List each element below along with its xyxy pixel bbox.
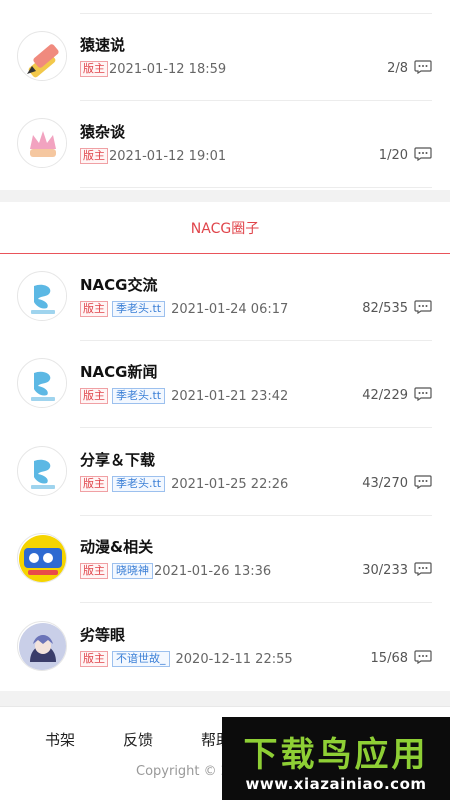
list-item[interactable]: 分享＆下载版主 季老头.tt 2021-01-25 22:26 43/270 [0, 429, 450, 516]
forum-meta: 版主 季老头.tt 2021-01-25 22:26 [80, 476, 288, 492]
comment-icon [414, 147, 432, 161]
anime-badge-icon [17, 533, 67, 583]
forum-title: 猿速说 [80, 36, 126, 54]
watermark-title: 下载鸟应用 [243, 735, 429, 775]
forum-title: NACG新闻 [80, 363, 158, 381]
list-item[interactable]: 动漫&相关版主 晓晓神 2021-01-26 13:36 30/233 [0, 516, 450, 603]
post-count: 82/535 [362, 301, 408, 316]
post-count: 1/20 [378, 148, 408, 163]
pencil-icon [17, 31, 67, 81]
moderator-name[interactable]: 季老头.tt [112, 301, 166, 317]
forum-meta: 版主 不谙世故_ 2020-12-11 22:55 [80, 651, 293, 667]
nacg-logo-icon [17, 358, 67, 408]
nacg-logo-icon [17, 271, 67, 321]
forum-title: 动漫&相关 [80, 538, 154, 556]
post-count: 2/8 [387, 61, 408, 76]
forum-meta: 版主 2021-01-12 19:01 [80, 148, 226, 164]
list-item[interactable]: 猿杂谈 版主 2021-01-12 19:01 1/20 [0, 101, 450, 188]
moderator-name[interactable]: 晓晓神 [112, 563, 153, 579]
last-post-time: 2021-01-12 18:59 [109, 61, 227, 77]
anime-girl-icon [17, 621, 67, 671]
list-item[interactable]: NACG交流 版主 季老头.tt 2021-01-24 06:17 82/535 [0, 254, 450, 341]
list-item[interactable]: NACG新闻 版主 季老头.tt 2021-01-21 23:42 42/229 [0, 341, 450, 428]
divider [80, 602, 432, 603]
comment-icon [414, 650, 432, 664]
comment-icon [414, 387, 432, 401]
section-title: NACG圈子 [190, 221, 260, 237]
footer-link-bookshelf[interactable]: 书架 [45, 729, 75, 750]
list-item[interactable]: 劣等眼版主 不谙世故_ 2020-12-11 22:55 15/68 [0, 604, 450, 691]
nacg-forum-list: NACG交流 版主 季老头.tt 2021-01-24 06:17 82/535 NAC… [0, 254, 450, 691]
last-post-time: 2021-01-25 22:26 [171, 476, 289, 492]
divider [80, 13, 432, 14]
forum-title: NACG交流 [80, 276, 158, 294]
post-count: 43/270 [362, 476, 408, 491]
last-post-time: 2021-01-21 23:42 [171, 388, 289, 404]
nacg-logo-icon [17, 446, 67, 496]
divider [80, 187, 432, 188]
comment-icon [414, 475, 432, 489]
moderator-badge: 版主 [80, 61, 108, 77]
forum-meta: 版主 季老头.tt 2021-01-24 06:17 [80, 301, 288, 317]
watermark-banner: 下载鸟应用 www.xiazainiao.com [222, 717, 450, 800]
footer-link-feedback[interactable]: 反馈 [123, 729, 153, 750]
last-post-time: 2021-01-26 13:36 [154, 563, 272, 579]
top-forum-list: 猿速说 版主 2021-01-12 18:59 2/8 猿杂谈 版主 2021-… [0, 0, 450, 190]
comment-icon [414, 300, 432, 314]
forum-meta: 版主 季老头.tt 2021-01-21 23:42 [80, 388, 288, 404]
forum-meta: 版主 晓晓神 2021-01-26 13:36 [80, 563, 271, 579]
comment-icon [414, 562, 432, 576]
forum-title: 分享＆下载 [80, 451, 156, 469]
last-post-time: 2020-12-11 22:55 [175, 651, 293, 667]
moderator-badge: 版主 [80, 388, 108, 404]
section-header: NACG圈子 [0, 202, 450, 254]
moderator-badge: 版主 [80, 476, 108, 492]
moderator-badge: 版主 [80, 563, 108, 579]
list-item[interactable]: 猿速说 版主 2021-01-12 18:59 2/8 [0, 13, 450, 101]
moderator-name[interactable]: 季老头.tt [112, 476, 166, 492]
comment-icon [414, 60, 432, 74]
forum-title: 劣等眼 [80, 626, 126, 644]
post-count: 42/229 [362, 388, 408, 403]
last-post-time: 2021-01-24 06:17 [171, 301, 289, 317]
forum-title: 猿杂谈 [80, 123, 126, 141]
forum-meta: 版主 2021-01-12 18:59 [80, 61, 226, 77]
watermark-url: www.xiazainiao.com [245, 775, 427, 793]
moderator-badge: 版主 [80, 148, 108, 164]
moderator-badge: 版主 [80, 301, 108, 317]
post-count: 30/233 [362, 563, 408, 578]
moderator-name[interactable]: 不谙世故_ [112, 651, 170, 667]
moderator-badge: 版主 [80, 651, 108, 667]
moderator-name[interactable]: 季老头.tt [112, 388, 166, 404]
crown-icon [17, 118, 67, 168]
post-count: 15/68 [370, 651, 408, 666]
last-post-time: 2021-01-12 19:01 [109, 148, 227, 164]
divider [80, 427, 432, 428]
